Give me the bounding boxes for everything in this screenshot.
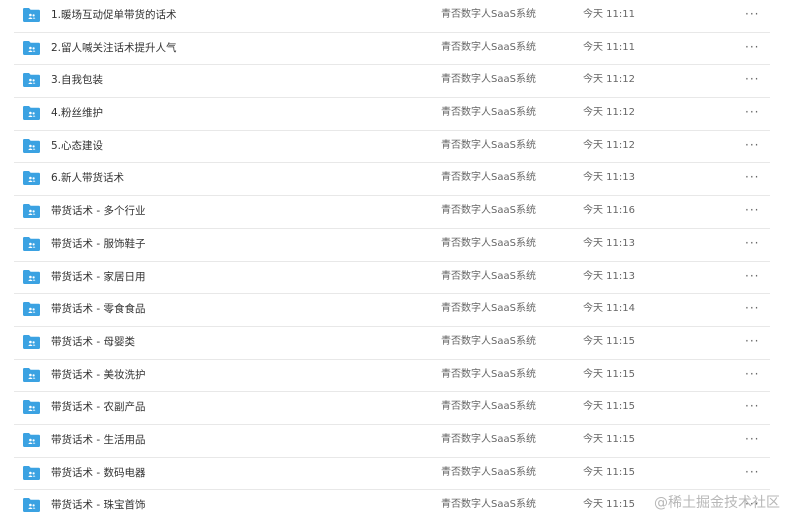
file-name[interactable]: 带货话术 - 家居日用 <box>51 262 145 292</box>
shared-folder-icon <box>23 432 40 447</box>
list-item[interactable]: 带货话术 - 母婴类 青否数字人SaaS系统 今天 11:15 ··· <box>0 327 788 360</box>
more-options-icon[interactable]: ··· <box>745 196 759 224</box>
modified-time: 今天 11:15 <box>583 466 635 478</box>
modified-time: 今天 11:12 <box>583 107 635 119</box>
modified-time: 今天 11:15 <box>583 401 635 413</box>
file-name[interactable]: 1.暖场互动促单带货的话术 <box>51 0 177 30</box>
shared-folder-icon <box>23 269 40 284</box>
file-name[interactable]: 3.自我包装 <box>51 65 103 95</box>
list-item[interactable]: 带货话术 - 农副产品 青否数字人SaaS系统 今天 11:15 ··· <box>0 392 788 425</box>
shared-folder-icon <box>23 498 40 513</box>
shared-folder-icon <box>23 302 40 317</box>
file-owner: 青否数字人SaaS系统 <box>441 499 536 511</box>
modified-time: 今天 11:11 <box>583 41 635 53</box>
modified-time: 今天 11:15 <box>583 433 635 445</box>
file-name[interactable]: 带货话术 - 服饰鞋子 <box>51 229 145 259</box>
shared-folder-icon <box>23 334 40 349</box>
list-item[interactable]: 带货话术 - 生活用品 青否数字人SaaS系统 今天 11:15 ··· <box>0 425 788 458</box>
shared-folder-icon <box>23 204 40 219</box>
file-owner: 青否数字人SaaS系统 <box>441 9 536 20</box>
more-options-icon[interactable]: ··· <box>745 458 759 486</box>
modified-time: 今天 11:15 <box>583 335 635 347</box>
more-options-icon[interactable]: ··· <box>745 98 759 126</box>
list-item[interactable]: 带货话术 - 多个行业 青否数字人SaaS系统 今天 11:16 ··· <box>0 196 788 229</box>
more-options-icon[interactable]: ··· <box>745 0 759 28</box>
more-options-icon[interactable]: ··· <box>745 33 759 61</box>
more-options-icon[interactable]: ··· <box>745 294 759 322</box>
shared-folder-icon <box>23 8 40 22</box>
file-owner: 青否数字人SaaS系统 <box>441 74 536 86</box>
modified-time: 今天 11:13 <box>583 237 635 249</box>
file-owner: 青否数字人SaaS系统 <box>441 172 536 184</box>
file-owner: 青否数字人SaaS系统 <box>441 270 536 282</box>
shared-folder-icon <box>23 138 40 153</box>
list-item[interactable]: 6.新人带货话术 青否数字人SaaS系统 今天 11:13 ··· <box>0 163 788 196</box>
list-item[interactable]: 1.暖场互动促单带货的话术 青否数字人SaaS系统 今天 11:11 ··· <box>0 0 788 33</box>
shared-folder-icon <box>23 236 40 251</box>
file-owner: 青否数字人SaaS系统 <box>441 466 536 478</box>
more-options-icon[interactable]: ··· <box>745 392 759 420</box>
watermark: @稀土掘金技术社区 <box>654 495 780 511</box>
file-owner: 青否数字人SaaS系统 <box>441 335 536 347</box>
file-name[interactable]: 带货话术 - 数码电器 <box>51 458 145 488</box>
more-options-icon[interactable]: ··· <box>745 360 759 388</box>
file-owner: 青否数字人SaaS系统 <box>441 139 536 151</box>
more-options-icon[interactable]: ··· <box>745 163 759 191</box>
list-item[interactable]: 带货话术 - 服饰鞋子 青否数字人SaaS系统 今天 11:13 ··· <box>0 229 788 262</box>
file-name[interactable]: 带货话术 - 美妆洗护 <box>51 360 145 390</box>
more-options-icon[interactable]: ··· <box>745 262 759 290</box>
file-list: 1.暖场互动促单带货的话术 青否数字人SaaS系统 今天 11:11 ··· 2… <box>0 0 788 523</box>
file-owner: 青否数字人SaaS系统 <box>441 41 536 53</box>
shared-folder-icon <box>23 465 40 480</box>
more-options-icon[interactable]: ··· <box>745 327 759 355</box>
file-owner: 青否数字人SaaS系统 <box>441 107 536 119</box>
file-name[interactable]: 2.留人喊关注话术提升人气 <box>51 33 177 63</box>
list-item[interactable]: 2.留人喊关注话术提升人气 青否数字人SaaS系统 今天 11:11 ··· <box>0 33 788 66</box>
more-options-icon[interactable]: ··· <box>745 425 759 453</box>
list-item[interactable]: 5.心态建设 青否数字人SaaS系统 今天 11:12 ··· <box>0 131 788 164</box>
file-owner: 青否数字人SaaS系统 <box>441 433 536 445</box>
file-owner: 青否数字人SaaS系统 <box>441 401 536 413</box>
more-options-icon[interactable]: ··· <box>745 229 759 257</box>
file-name[interactable]: 带货话术 - 珠宝首饰 <box>51 490 145 520</box>
file-name[interactable]: 带货话术 - 母婴类 <box>51 327 135 357</box>
file-name[interactable]: 带货话术 - 生活用品 <box>51 425 145 455</box>
file-name[interactable]: 带货话术 - 零食食品 <box>51 294 145 324</box>
list-item[interactable]: 4.粉丝维护 青否数字人SaaS系统 今天 11:12 ··· <box>0 98 788 131</box>
modified-time: 今天 11:13 <box>583 172 635 184</box>
list-item[interactable]: 带货话术 - 家居日用 青否数字人SaaS系统 今天 11:13 ··· <box>0 262 788 295</box>
modified-time: 今天 11:12 <box>583 139 635 151</box>
more-options-icon[interactable]: ··· <box>745 131 759 159</box>
file-name[interactable]: 带货话术 - 农副产品 <box>51 392 145 422</box>
list-item[interactable]: 带货话术 - 美妆洗护 青否数字人SaaS系统 今天 11:15 ··· <box>0 360 788 393</box>
file-name[interactable]: 5.心态建设 <box>51 131 103 161</box>
shared-folder-icon <box>23 367 40 382</box>
file-name[interactable]: 6.新人带货话术 <box>51 163 124 193</box>
list-item[interactable]: 带货话术 - 零食食品 青否数字人SaaS系统 今天 11:14 ··· <box>0 294 788 327</box>
modified-time: 今天 11:12 <box>583 74 635 86</box>
shared-folder-icon <box>23 400 40 415</box>
modified-time: 今天 11:16 <box>583 205 635 217</box>
shared-folder-icon <box>23 171 40 186</box>
shared-folder-icon <box>23 40 40 55</box>
modified-time: 今天 11:15 <box>583 368 635 380</box>
modified-time: 今天 11:11 <box>583 9 635 20</box>
list-item[interactable]: 带货话术 - 数码电器 青否数字人SaaS系统 今天 11:15 ··· <box>0 458 788 491</box>
modified-time: 今天 11:13 <box>583 270 635 282</box>
file-owner: 青否数字人SaaS系统 <box>441 237 536 249</box>
file-name[interactable]: 4.粉丝维护 <box>51 98 103 128</box>
modified-time: 今天 11:14 <box>583 303 635 315</box>
file-owner: 青否数字人SaaS系统 <box>441 368 536 380</box>
file-owner: 青否数字人SaaS系统 <box>441 205 536 217</box>
more-options-icon[interactable]: ··· <box>745 65 759 93</box>
modified-time: 今天 11:15 <box>583 499 635 511</box>
file-owner: 青否数字人SaaS系统 <box>441 303 536 315</box>
file-name[interactable]: 带货话术 - 多个行业 <box>51 196 145 226</box>
shared-folder-icon <box>23 73 40 88</box>
list-item[interactable]: 3.自我包装 青否数字人SaaS系统 今天 11:12 ··· <box>0 65 788 98</box>
shared-folder-icon <box>23 106 40 121</box>
